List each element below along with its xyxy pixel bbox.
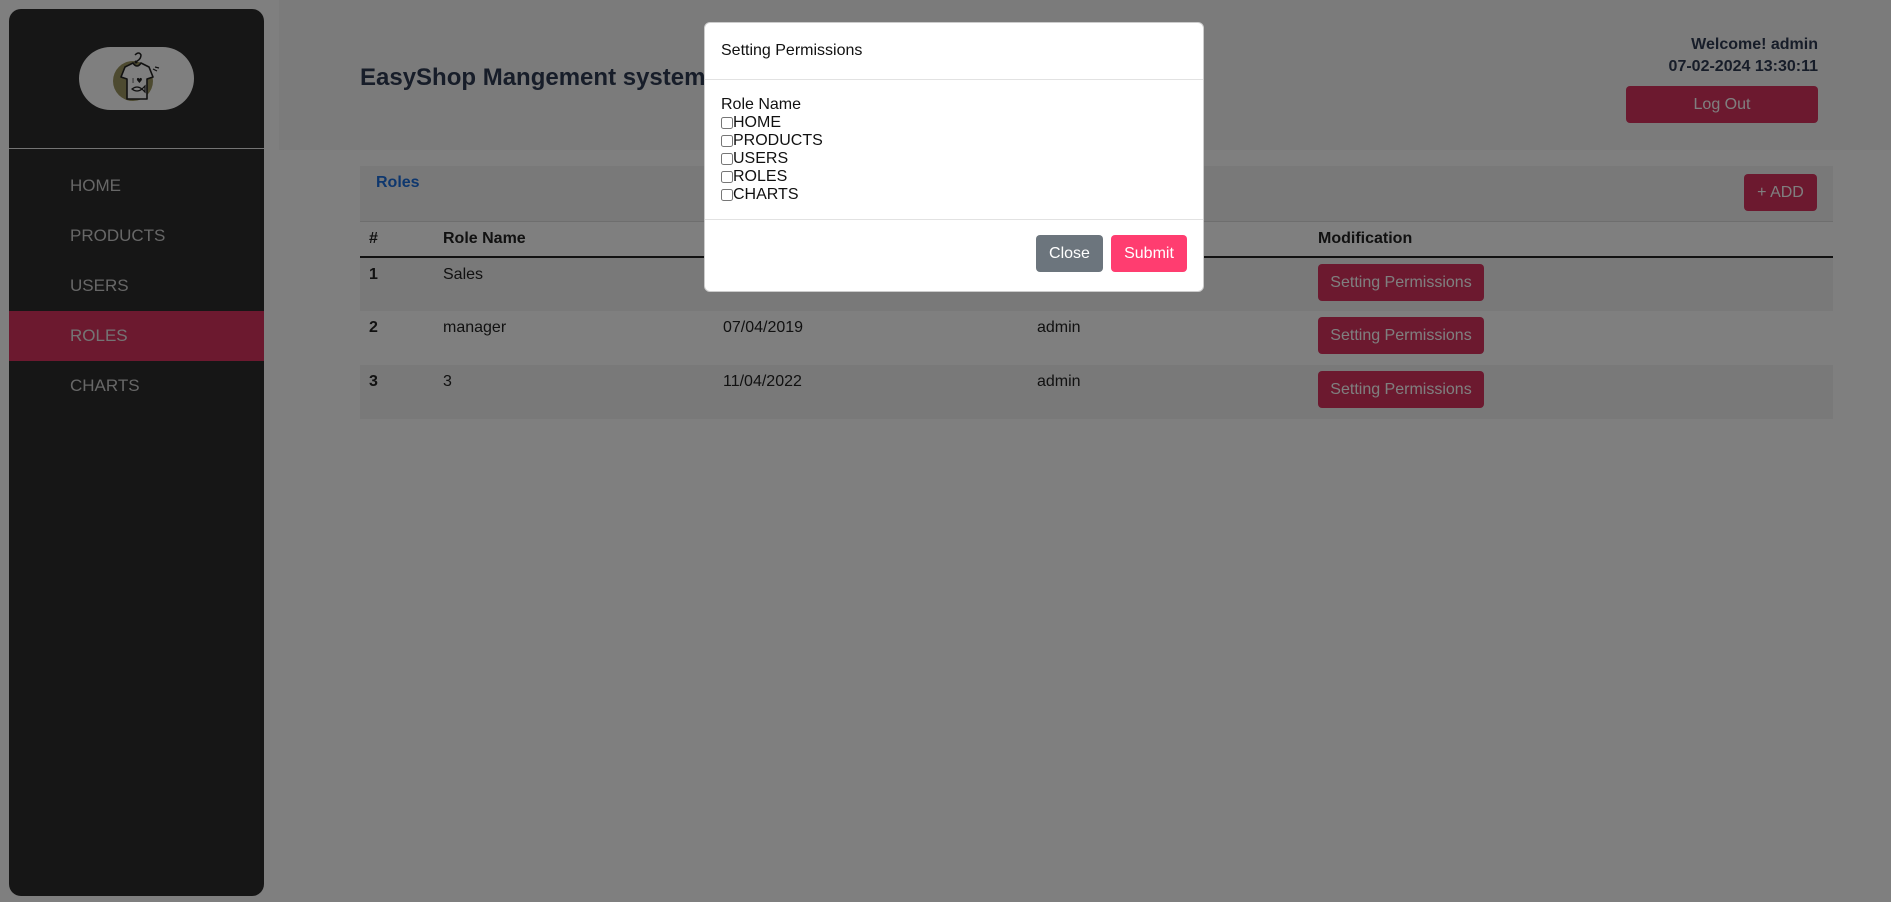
app-root: I ♥ HOME PRODUCTS USERS ROLES CHARTS Eas… (0, 0, 1891, 902)
permission-products[interactable]: PRODUCTS (721, 132, 1187, 150)
permission-products-checkbox[interactable] (721, 135, 733, 147)
permission-roles[interactable]: ROLES (721, 168, 1187, 186)
permission-charts[interactable]: CHARTS (721, 186, 1187, 204)
permission-home-checkbox[interactable] (721, 117, 733, 129)
permission-label: USERS (733, 150, 789, 167)
permission-label: PRODUCTS (733, 132, 823, 149)
permission-charts-checkbox[interactable] (721, 189, 733, 201)
submit-button[interactable]: Submit (1111, 235, 1187, 272)
modal-footer: Close Submit (705, 220, 1203, 290)
modal-body: Role Name HOME PRODUCTS USERS ROLES CHAR… (705, 80, 1203, 220)
permissions-modal: Setting Permissions Role Name HOME PRODU… (704, 22, 1204, 292)
role-name-label: Role Name (721, 96, 802, 113)
permission-home[interactable]: HOME (721, 114, 1187, 132)
permission-roles-checkbox[interactable] (721, 171, 733, 183)
close-button[interactable]: Close (1036, 235, 1103, 272)
permission-label: HOME (733, 114, 781, 131)
permission-users[interactable]: USERS (721, 150, 1187, 168)
permission-users-checkbox[interactable] (721, 153, 733, 165)
permission-label: CHARTS (733, 186, 799, 203)
permission-label: ROLES (733, 168, 788, 185)
modal-title: Setting Permissions (705, 23, 1203, 80)
